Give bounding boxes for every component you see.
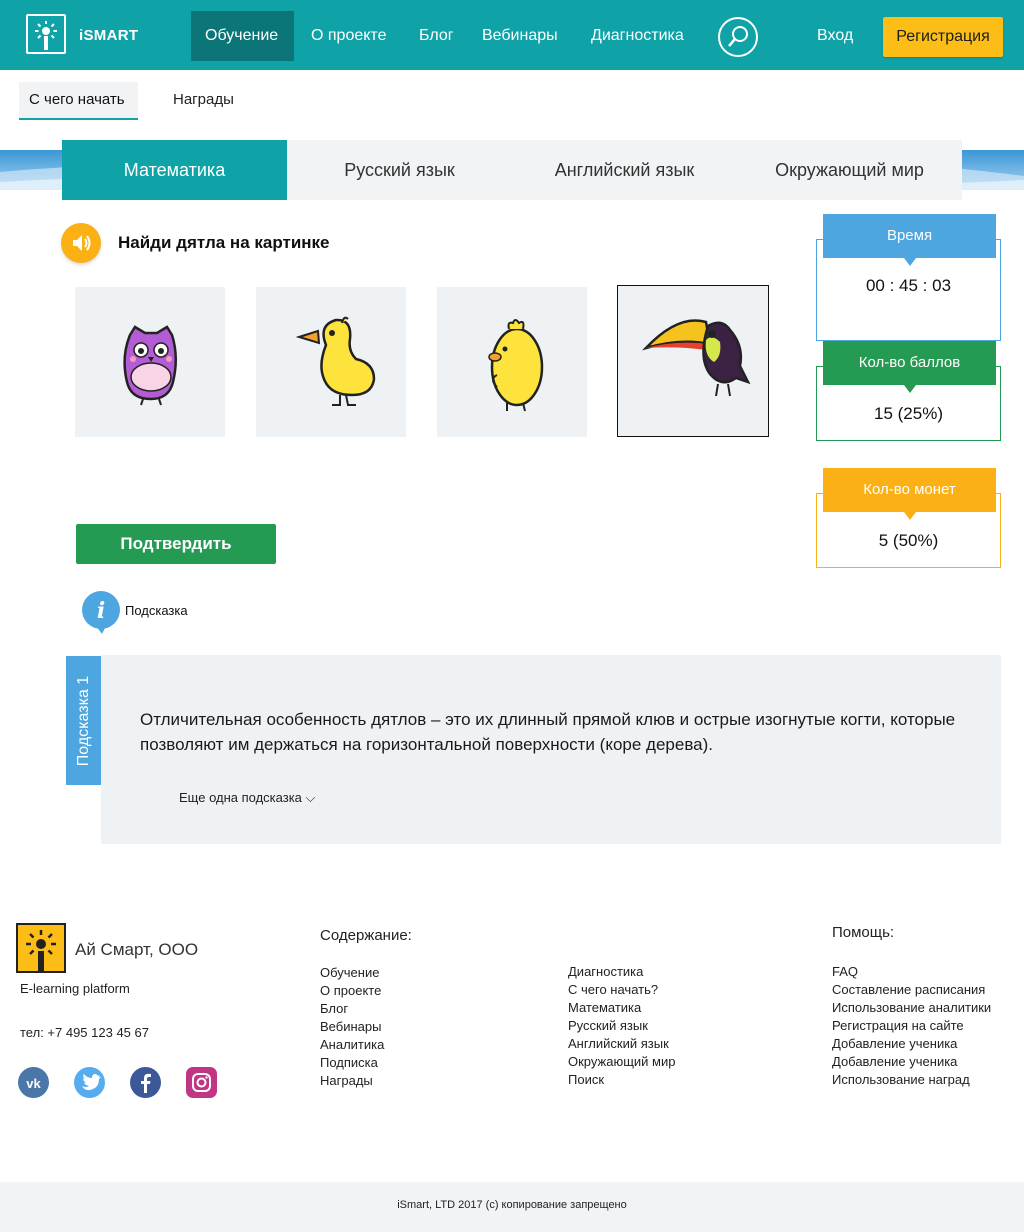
footer-link[interactable]: Математика [568,999,675,1017]
footer-link[interactable]: Составление расписания [832,981,991,999]
time-box: Время 00 : 45 : 03 [816,214,1001,341]
top-navbar: iSMART Обучение О проекте Блог Вебинары … [0,0,1024,70]
tab-world[interactable]: Окружающий мир [737,140,962,200]
nav-webinars[interactable]: Вебинары [468,11,572,61]
footer-link[interactable]: С чего начать? [568,981,675,999]
more-hint-link[interactable]: Еще одна подсказка ⌵ [179,790,315,806]
svg-text:vk: vk [26,1076,41,1091]
footer-link[interactable]: Добавление ученика [832,1053,991,1071]
subnav-getting-started[interactable]: С чего начать [19,82,138,120]
footer-link[interactable]: Блог [320,1000,384,1018]
sound-button[interactable] [61,223,101,263]
duck-icon [295,316,376,406]
answer-duck[interactable] [256,287,406,437]
footer-link[interactable]: Подписка [320,1054,384,1072]
footer-company-name: Ай Смарт, ООО [75,940,199,959]
search-icon [728,26,748,47]
tab-math[interactable]: Математика [62,140,287,200]
subnav-rewards[interactable]: Награды [163,82,244,120]
coins-label: Кол-во монет [823,468,996,520]
twitter-icon[interactable] [74,1067,105,1098]
coins-box: Кол-во монет 5 (50%) [816,468,1001,568]
footer-link[interactable]: Диагностика [568,963,675,981]
footer-link[interactable]: Окружающий мир [568,1053,675,1071]
footer-help-heading: Помощь: [832,924,895,941]
footer-link[interactable]: О проекте [320,982,384,1000]
toucan-icon [641,319,751,397]
footer-link[interactable]: Регистрация на сайте [832,1017,991,1035]
hint-link[interactable]: Подсказка [125,603,188,618]
footer-link[interactable]: Аналитика [320,1036,384,1054]
footer-link[interactable]: Поиск [568,1071,675,1089]
answer-toucan[interactable] [617,285,769,437]
footer-content-list-2: Диагностика С чего начать? Математика Ру… [568,963,675,1089]
footer-phone: тел: +7 495 123 45 67 [20,1025,149,1040]
footer-link[interactable]: Вебинары [320,1018,384,1036]
svg-text:i: i [97,598,105,624]
footer-link[interactable]: Английский язык [568,1035,675,1053]
nav-learning[interactable]: Обучение [191,11,294,61]
copyright-bar: iSmart, LTD 2017 (c) копирование запреще… [0,1182,1024,1232]
footer-help-list: FAQ Составление расписания Использование… [832,963,991,1089]
footer-link[interactable]: Обучение [320,964,384,982]
tab-english[interactable]: Английский язык [512,140,737,200]
nav-diagnostics[interactable]: Диагностика [577,11,698,61]
nav-about[interactable]: О проекте [297,11,400,61]
register-button[interactable]: Регистрация [883,17,1003,57]
ismart-logo-icon[interactable] [26,14,66,54]
footer-link[interactable]: FAQ [832,963,991,981]
subject-tabs: Математика Русский язык Английский язык … [62,140,962,200]
hint-text: Отличительная особенность дятлов – это и… [140,710,956,754]
footer-link[interactable]: Награды [320,1072,384,1090]
speaker-icon [73,235,91,251]
coins-value: 5 (50%) [878,531,939,550]
hint-tab-label: Подсказка 1 [74,675,92,766]
answer-owl[interactable] [75,287,225,437]
footer-link[interactable]: Русский язык [568,1017,675,1035]
nav-blog[interactable]: Блог [405,11,468,61]
tab-russian[interactable]: Русский язык [287,140,512,200]
time-value: 00 : 45 : 03 [865,276,952,295]
hint-tab[interactable]: Подсказка 1 [66,656,101,785]
search-button[interactable] [718,17,758,57]
points-label: Кол-во баллов [823,341,996,393]
confirm-button[interactable]: Подтвердить [76,524,276,564]
footer-link[interactable]: Использование аналитики [832,999,991,1017]
time-label: Время [823,214,996,266]
logo-text[interactable]: iSMART [79,27,138,44]
footer-logo-icon[interactable] [16,923,66,973]
hint-panel: Отличительная особенность дятлов – это и… [101,655,1001,844]
points-box: Кол-во баллов 15 (25%) [816,341,1001,441]
facebook-icon[interactable] [130,1067,161,1098]
question-text: Найди дятла на картинке [118,233,330,252]
points-value: 15 (25%) [874,404,943,423]
footer-link[interactable]: Использование наград [832,1071,991,1089]
footer-content-list-1: Обучение О проекте Блог Вебинары Аналити… [320,964,384,1090]
owl-icon [123,325,177,406]
instagram-icon[interactable] [186,1067,217,1098]
copyright-text: iSmart, LTD 2017 (c) копирование запреще… [397,1199,627,1211]
hint-info-icon[interactable]: i [80,590,122,634]
answer-chick[interactable] [437,287,587,437]
footer-content-heading: Содержание: [320,927,412,944]
vk-icon[interactable]: vk [18,1067,49,1098]
chick-icon [488,319,544,412]
login-link[interactable]: Вход [817,11,853,61]
footer-subtitle: E-learning platform [20,981,130,996]
footer-link[interactable]: Добавление ученика [832,1035,991,1053]
